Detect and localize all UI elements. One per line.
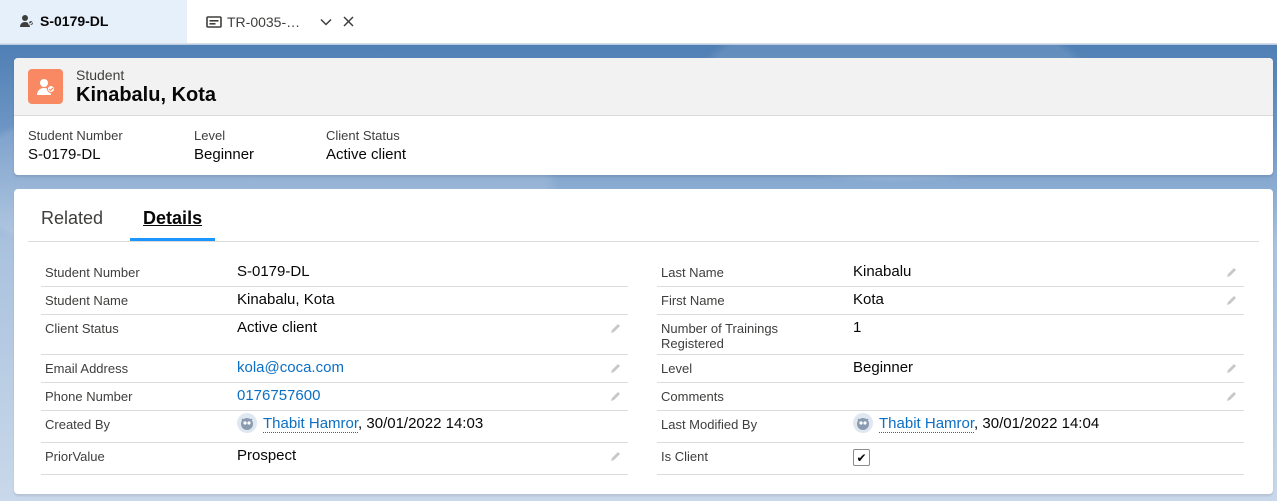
- details-card: Related Details Student Number S-0179-DL…: [14, 189, 1273, 494]
- field-value: Prospect: [237, 447, 297, 464]
- highlight-label: Level: [194, 128, 226, 143]
- field-value: Kinabalu, Kota: [237, 291, 335, 308]
- workspace-tab-training[interactable]: TR-0035-…: [187, 0, 367, 43]
- field-prior-value: PriorValue Prospect: [41, 443, 628, 475]
- field-value: Active client: [237, 319, 318, 336]
- highlights-panel: Student Number S-0179-DL Level Beginner …: [14, 116, 1273, 165]
- field-first-name: First Name Kota: [657, 287, 1244, 315]
- field-label: Student Name: [45, 293, 129, 308]
- field-label: Comments: [661, 389, 724, 404]
- field-label: Email Address: [45, 361, 129, 376]
- field-value: Kinabalu: [853, 263, 912, 280]
- phone-link[interactable]: 0176757600: [237, 387, 320, 404]
- field-label: Student Number: [45, 265, 140, 280]
- record-header: Student Kinabalu, Kota Student Number S-…: [14, 58, 1273, 175]
- field-label: Level: [661, 361, 693, 376]
- field-label: Is Client: [661, 449, 708, 464]
- field-phone-number: Phone Number 0176757600: [41, 383, 628, 411]
- chevron-down-icon[interactable]: [318, 14, 334, 30]
- field-label: First Name: [661, 293, 725, 308]
- field-student-number: Student Number S-0179-DL: [41, 259, 628, 287]
- tab-details[interactable]: Details: [130, 208, 216, 241]
- student-icon: [18, 12, 36, 30]
- edit-pencil-icon[interactable]: [1224, 389, 1238, 403]
- field-student-name: Student Name Kinabalu, Kota: [41, 287, 628, 315]
- created-by-user-link[interactable]: Thabit Hamror: [263, 415, 359, 433]
- details-left-column: Student Number S-0179-DL Student Name Ki…: [41, 259, 628, 475]
- avatar: [237, 413, 257, 434]
- field-comments: Comments: [657, 383, 1244, 411]
- field-label: Last Modified By: [661, 417, 758, 432]
- edit-pencil-icon[interactable]: [608, 449, 622, 463]
- field-value: 1: [853, 319, 862, 336]
- workspace-tab-label: S-0179-DL: [40, 12, 109, 29]
- training-record-icon: [205, 13, 223, 31]
- highlight-value: Active client: [326, 146, 407, 163]
- detail-tabs: Related Details: [28, 189, 1259, 242]
- field-email-address: Email Address kola@coca.com: [41, 355, 628, 383]
- field-label: Client Status: [45, 321, 119, 336]
- modified-by-user-link[interactable]: Thabit Hamror: [879, 415, 975, 433]
- tab-related[interactable]: Related: [28, 208, 116, 241]
- highlight-value: Beginner: [194, 146, 255, 163]
- edit-pencil-icon[interactable]: [608, 389, 622, 403]
- avatar: [853, 413, 873, 434]
- field-number-of-trainings: Number of Trainings Registered 1: [657, 315, 1244, 355]
- workspace-tab-label: TR-0035-…: [227, 13, 301, 30]
- edit-pencil-icon[interactable]: [1224, 293, 1238, 307]
- field-label: Number of Trainings Registered: [661, 321, 779, 351]
- close-icon[interactable]: [340, 14, 356, 30]
- email-link[interactable]: kola@coca.com: [237, 359, 344, 376]
- field-label: Created By: [45, 417, 111, 432]
- field-value: S-0179-DL: [237, 263, 310, 280]
- student-record-icon: [28, 69, 63, 104]
- highlight-label: Student Number: [28, 128, 123, 143]
- details-right-column: Last Name Kinabalu First Name Kota Numbe…: [657, 259, 1244, 475]
- record-title: Kinabalu, Kota: [76, 83, 217, 106]
- edit-pencil-icon[interactable]: [608, 361, 622, 375]
- edit-pencil-icon[interactable]: [1224, 265, 1238, 279]
- field-last-modified-by: Last Modified By Thabit Hamror, 30/01/20…: [657, 411, 1244, 443]
- created-date: , 30/01/2022 14:03: [358, 415, 484, 432]
- highlight-level: Level Beginner: [194, 128, 326, 165]
- highlight-label: Client Status: [326, 128, 400, 143]
- field-value: Beginner: [853, 359, 914, 376]
- workspace-tab-student[interactable]: S-0179-DL: [0, 0, 187, 43]
- field-value: Kota: [853, 291, 884, 308]
- highlight-student-number: Student Number S-0179-DL: [28, 128, 194, 165]
- object-label: Student: [76, 66, 125, 83]
- field-level: Level Beginner: [657, 355, 1244, 383]
- edit-pencil-icon[interactable]: [1224, 361, 1238, 375]
- edit-pencil-icon[interactable]: [608, 321, 622, 335]
- field-label: Phone Number: [45, 389, 133, 404]
- field-is-client: Is Client ✔: [657, 443, 1244, 475]
- highlight-value: S-0179-DL: [28, 146, 101, 163]
- field-created-by: Created By Thabit Hamror, 30/01/2022 14:…: [41, 411, 628, 443]
- workspace-tab-bar: S-0179-DL TR-0035-…: [0, 0, 1277, 44]
- highlight-client-status: Client Status Active client: [326, 128, 406, 165]
- is-client-checkbox: ✔: [853, 449, 870, 466]
- field-last-name: Last Name Kinabalu: [657, 259, 1244, 287]
- modified-date: , 30/01/2022 14:04: [974, 415, 1100, 432]
- field-client-status: Client Status Active client: [41, 315, 628, 355]
- field-label: PriorValue: [45, 449, 105, 464]
- field-label: Last Name: [661, 265, 724, 280]
